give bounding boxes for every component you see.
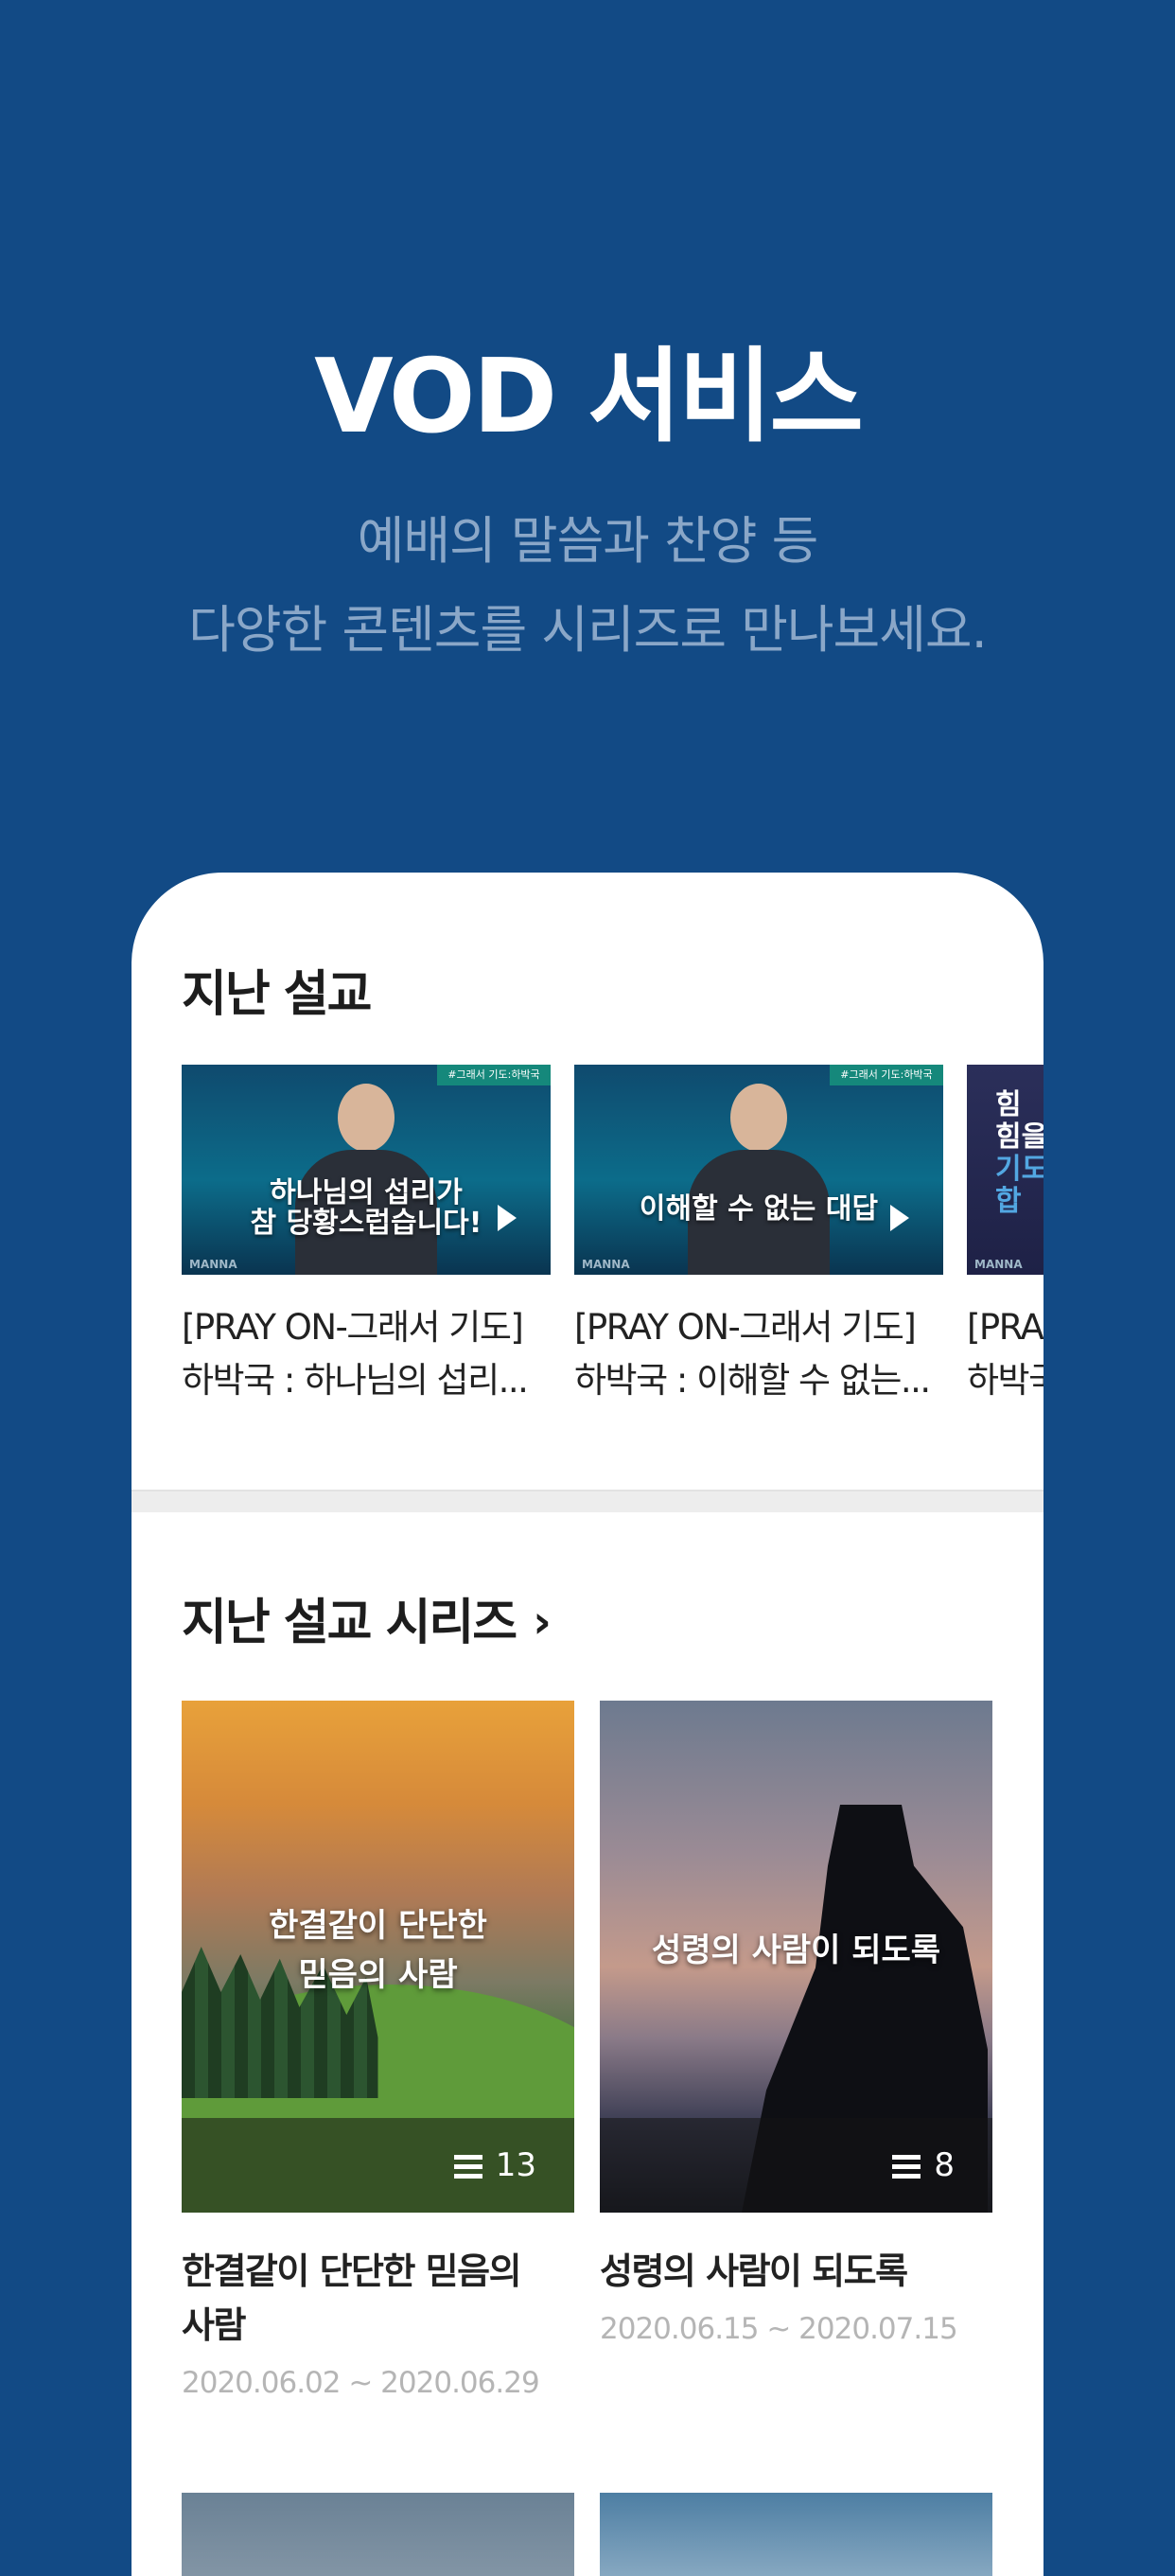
chevron-right-icon[interactable]: › — [533, 1596, 552, 1649]
past-sermons-carousel[interactable]: #그래서 기도:하박국 하나님의 섭리가 참 당황스럽습니다! MANNA [P… — [182, 1065, 1043, 1424]
series-thumbnail[interactable]: 성령의 사람이 되도록 8 — [600, 1701, 992, 2213]
phone-screen-card: 지난 설교 #그래서 기도:하박국 하나님의 섭리가 참 당황스럽습니다! MA… — [132, 873, 1043, 2576]
episode-count: 13 — [453, 2146, 536, 2184]
thumbnail-caption: 힘 힘을 기도 합 — [995, 1088, 1043, 1218]
sermon-title: [PRAY ON-그래서 기도] — [574, 1307, 917, 1348]
series-title: 한결같이 단단한 믿음의 사람 — [182, 2250, 522, 2346]
series-badge: #그래서 기도:하박국 — [830, 1065, 943, 1085]
brand-logo: MANNA — [974, 1258, 1023, 1271]
sermon-thumbnail[interactable]: #그래서 기도:하박국 하나님의 섭리가 참 당황스럽습니다! MANNA — [182, 1065, 551, 1275]
thumbnail-caption: 참 당황스럽습니다! — [250, 1207, 482, 1240]
sermon-title: [PRA — [967, 1307, 1043, 1348]
section-divider — [132, 1490, 1043, 1512]
page-title: VOD 서비스 — [314, 338, 864, 456]
page-subtitle-line1: 예배의 말씀과 찬양 등 — [357, 511, 819, 571]
list-icon — [453, 2154, 482, 2179]
series-thumbnail[interactable] — [182, 2493, 574, 2576]
list-icon — [892, 2154, 921, 2179]
series-title: 성령의 사람이 되도록 — [600, 2250, 908, 2292]
play-icon — [498, 1205, 517, 1231]
series-dates: 2020.06.02 ~ 2020.06.29 — [182, 2366, 540, 2400]
series-thumbnail[interactable]: 한결같이 단단한 믿음의 사람 13 — [182, 1701, 574, 2213]
page-subtitle-line2: 다양한 콘텐츠를 시리즈로 만나보세요. — [188, 600, 988, 660]
sermon-subtitle: 하박국 : 하나님의 섭리... — [182, 1360, 529, 1401]
series-card[interactable]: 성령의 사람이 되도록 8 성령의 사람이 되도록 2020.06.15 ~ 2… — [600, 1701, 992, 2346]
series-badge: #그래서 기도:하박국 — [437, 1065, 551, 1085]
sermon-thumbnail[interactable]: 힘 힘을 기도 합 MANNA — [967, 1065, 1043, 1275]
series-thumbnail[interactable] — [600, 2493, 992, 2576]
thumbnail-caption: 이해할 수 없는 대답 — [639, 1192, 879, 1226]
series-section-title: 지난 설교 시리즈 — [182, 1595, 517, 1651]
sermon-title: [PRAY ON-그래서 기도] — [182, 1307, 524, 1348]
series-card[interactable]: 한결같이 단단한 믿음의 사람 13 한결같이 단단한 믿음의 사람 2020.… — [182, 1701, 574, 2400]
thumbnail-caption: 하나님의 섭리가 — [270, 1176, 463, 1209]
series-dates: 2020.06.15 ~ 2020.07.15 — [600, 2312, 958, 2346]
sermon-card[interactable]: #그래서 기도:하박국 하나님의 섭리가 참 당황스럽습니다! MANNA [P… — [182, 1065, 551, 1407]
speaker-image — [688, 1084, 830, 1275]
series-section-link[interactable]: 지난 설교 시리즈 › — [182, 1582, 552, 1653]
sermon-card[interactable]: #그래서 기도:하박국 이해할 수 없는 대답 MANNA [PRAY ON-그… — [574, 1065, 943, 1407]
brand-logo: MANNA — [189, 1258, 237, 1271]
sermon-card[interactable]: 힘 힘을 기도 합 MANNA [PRA 하박국 — [967, 1065, 1043, 1407]
play-icon — [890, 1205, 909, 1231]
sermon-subtitle: 하박국 — [967, 1360, 1043, 1401]
thumbnail-caption: 믿음의 사람 — [298, 1956, 458, 1994]
thumbnail-caption: 한결같이 단단한 — [269, 1907, 487, 1945]
episode-count: 8 — [892, 2146, 955, 2184]
sermon-thumbnail[interactable]: #그래서 기도:하박국 이해할 수 없는 대답 MANNA — [574, 1065, 943, 1275]
brand-logo: MANNA — [582, 1258, 630, 1271]
thumbnail-caption: 성령의 사람이 되도록 — [651, 1932, 941, 1969]
past-sermons-title: 지난 설교 — [182, 966, 372, 1023]
sermon-subtitle: 하박국 : 이해할 수 없는... — [574, 1360, 931, 1401]
